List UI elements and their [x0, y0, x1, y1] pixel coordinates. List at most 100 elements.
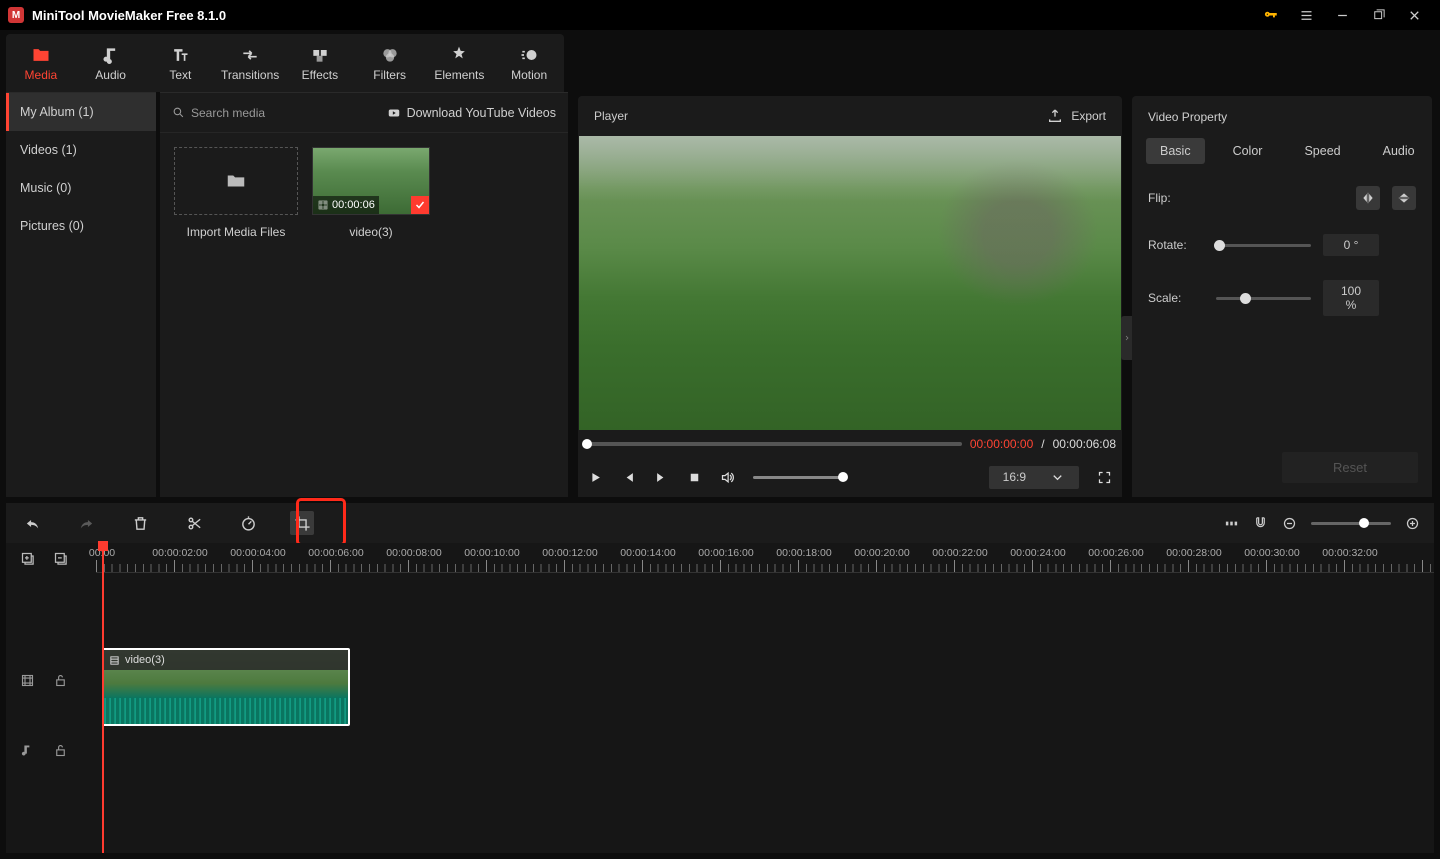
tab-effects[interactable]: Effects — [285, 34, 355, 92]
rotate-value[interactable]: 0 ° — [1323, 234, 1379, 256]
time-total: 00:00:06:08 — [1053, 437, 1116, 451]
tab-audio[interactable]: Audio — [76, 34, 146, 92]
search-icon — [172, 106, 185, 119]
youtube-icon — [387, 106, 401, 120]
film-icon — [317, 199, 329, 211]
timeline[interactable]: 00:0000:00:02:0000:00:04:0000:00:06:0000… — [6, 543, 1434, 853]
crop-highlight-annotation — [296, 498, 346, 546]
media-clip-tile[interactable]: 00:00:06 video(3) — [312, 147, 430, 239]
tab-label: Audio — [95, 68, 126, 82]
tab-transitions[interactable]: Transitions — [215, 34, 285, 92]
flip-label: Flip: — [1148, 191, 1200, 205]
lock-icon[interactable] — [53, 673, 68, 688]
rotate-slider[interactable] — [1216, 244, 1311, 247]
ruler-label: 00:00:10:00 — [464, 547, 519, 559]
ruler-label: 00:00:28:00 — [1166, 547, 1221, 559]
undo-button[interactable] — [20, 511, 44, 535]
ruler-label: 00:00:24:00 — [1010, 547, 1065, 559]
scale-value[interactable]: 100 % — [1323, 280, 1379, 316]
prop-tab-color[interactable]: Color — [1219, 138, 1277, 164]
tab-label: Media — [25, 68, 58, 82]
property-panel: Video Property Basic Color Speed Audio F… — [1132, 96, 1432, 497]
timeline-ruler[interactable]: 00:0000:00:02:0000:00:04:0000:00:06:0000… — [96, 543, 1434, 573]
autofit-button[interactable] — [1224, 516, 1239, 531]
ruler-label: 00:00:08:00 — [386, 547, 441, 559]
zoom-slider[interactable] — [1311, 522, 1391, 525]
add-track-button[interactable] — [20, 551, 35, 566]
check-icon — [411, 196, 429, 214]
split-button[interactable] — [182, 511, 206, 535]
volume-slider[interactable] — [753, 476, 845, 479]
media-sidebar: My Album (1) Videos (1) Music (0) Pictur… — [6, 92, 156, 497]
scrub-slider[interactable] — [584, 442, 962, 446]
flip-horizontal-button[interactable] — [1356, 186, 1380, 210]
speed-button[interactable] — [236, 511, 260, 535]
property-title: Video Property — [1132, 96, 1432, 138]
scale-slider[interactable] — [1216, 297, 1311, 300]
clip-duration: 00:00:06 — [332, 199, 375, 211]
timeline-clip[interactable]: video(3) — [102, 648, 350, 726]
import-label: Import Media Files — [174, 225, 298, 239]
reset-button[interactable]: Reset — [1282, 452, 1418, 483]
tab-label: Motion — [511, 68, 547, 82]
audio-track-icon — [20, 743, 35, 758]
prev-frame-button[interactable] — [621, 470, 636, 485]
ruler-label: 00:00:26:00 — [1088, 547, 1143, 559]
sidebar-item-music[interactable]: Music (0) — [6, 169, 156, 207]
redo-button[interactable] — [74, 511, 98, 535]
sidebar-item-videos[interactable]: Videos (1) — [6, 131, 156, 169]
ruler-label: 00:00:04:00 — [230, 547, 285, 559]
ruler-label: 00:00:30:00 — [1244, 547, 1299, 559]
fullscreen-button[interactable] — [1097, 470, 1112, 485]
player-panel: Player Export 00:00:00:00 / 00:00:06:08 … — [578, 96, 1122, 497]
app-title: MiniTool MovieMaker Free 8.1.0 — [32, 8, 226, 23]
sidebar-item-album[interactable]: My Album (1) — [6, 93, 156, 131]
prop-tab-speed[interactable]: Speed — [1290, 138, 1354, 164]
clip-waveform — [104, 698, 348, 724]
clip-label: video(3) — [125, 654, 165, 666]
video-preview[interactable] — [579, 136, 1121, 431]
sidebar-item-pictures[interactable]: Pictures (0) — [6, 207, 156, 245]
export-button[interactable]: Export — [1047, 108, 1106, 124]
remove-track-button[interactable] — [53, 551, 68, 566]
delete-button[interactable] — [128, 511, 152, 535]
flip-vertical-button[interactable] — [1392, 186, 1416, 210]
playhead[interactable] — [102, 543, 104, 853]
app-icon: M — [8, 7, 24, 23]
scale-label: Scale: — [1148, 291, 1200, 305]
tab-text[interactable]: Text — [146, 34, 216, 92]
tab-filters[interactable]: Filters — [355, 34, 425, 92]
export-icon — [1047, 108, 1063, 124]
ruler-label: 00:00:20:00 — [854, 547, 909, 559]
collapse-panel-button[interactable] — [1121, 316, 1132, 360]
import-media-tile[interactable]: Import Media Files — [174, 147, 298, 239]
chevron-down-icon — [1050, 470, 1065, 485]
play-button[interactable] — [588, 470, 603, 485]
prop-tab-audio[interactable]: Audio — [1369, 138, 1429, 164]
lock-icon[interactable] — [53, 743, 68, 758]
tab-media[interactable]: Media — [6, 34, 76, 92]
prop-tab-basic[interactable]: Basic — [1146, 138, 1205, 164]
search-input[interactable]: Search media — [172, 106, 377, 120]
menu-icon[interactable] — [1288, 0, 1324, 30]
zoom-in-button[interactable] — [1405, 516, 1420, 531]
upgrade-key-icon[interactable] — [1252, 0, 1288, 30]
minimize-button[interactable] — [1324, 0, 1360, 30]
aspect-ratio-select[interactable]: 16:9 — [989, 466, 1079, 489]
stop-button[interactable] — [687, 470, 702, 485]
tab-motion[interactable]: Motion — [494, 34, 564, 92]
tab-elements[interactable]: Elements — [425, 34, 495, 92]
download-youtube-link[interactable]: Download YouTube Videos — [387, 106, 556, 120]
next-frame-button[interactable] — [654, 470, 669, 485]
tab-label: Text — [169, 68, 191, 82]
ruler-label: 00:00:22:00 — [932, 547, 987, 559]
maximize-button[interactable] — [1360, 0, 1396, 30]
time-sep: / — [1041, 437, 1044, 451]
timeline-toolbar: Crop — [6, 503, 1434, 543]
close-button[interactable] — [1396, 0, 1432, 30]
media-panel: Search media Download YouTube Videos Imp… — [160, 92, 568, 497]
time-current: 00:00:00:00 — [970, 437, 1033, 451]
zoom-out-button[interactable] — [1282, 516, 1297, 531]
magnet-button[interactable] — [1253, 516, 1268, 531]
volume-icon[interactable] — [720, 470, 735, 485]
